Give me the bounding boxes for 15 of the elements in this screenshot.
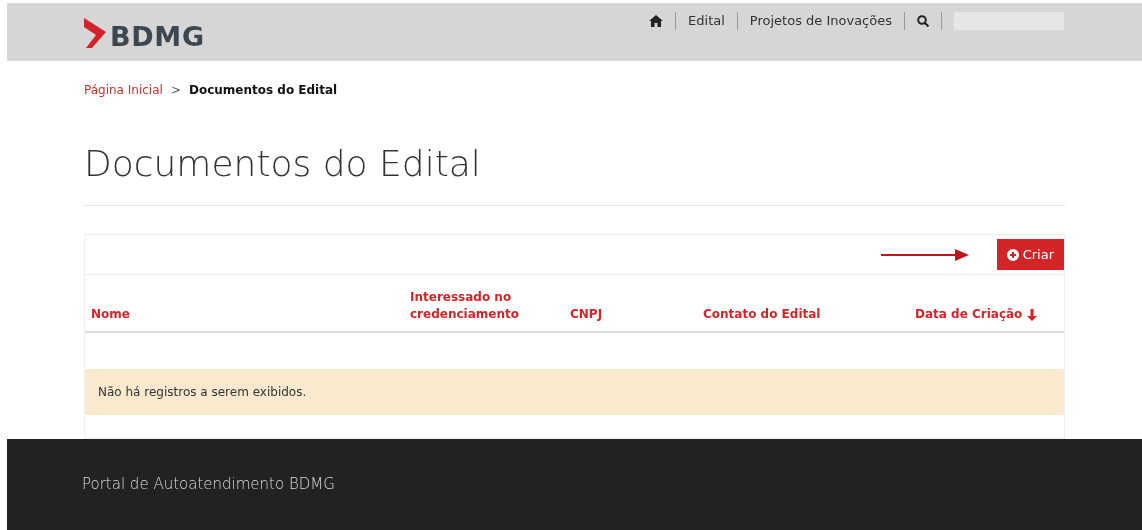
empty-message: Não há registros a serem exibidos.: [85, 369, 1064, 416]
breadcrumb-link[interactable]: Página Inicial: [84, 81, 163, 100]
footer-text: Portal de Autoatendimento BDMG: [82, 474, 335, 496]
column-header[interactable]: Interessado no credenciamento: [410, 289, 570, 324]
nav-link[interactable]: Projetos de Inovações: [749, 11, 892, 31]
column-header[interactable]: Nome: [91, 306, 410, 324]
logo-text: BDMG: [110, 23, 205, 50]
nav-link[interactable]: Edital: [688, 11, 725, 31]
column-header[interactable]: Contato do Edital: [703, 306, 915, 324]
create-button[interactable]: Criar: [996, 239, 1064, 271]
page-title: Documentos do Edital: [84, 137, 1065, 207]
column-header[interactable]: CNPJ: [570, 306, 703, 324]
breadcrumb-current: Documentos do Edital: [188, 82, 338, 100]
breadcrumb-separator: >: [170, 82, 181, 100]
column-header[interactable]: Data de Criação: [915, 306, 1058, 324]
